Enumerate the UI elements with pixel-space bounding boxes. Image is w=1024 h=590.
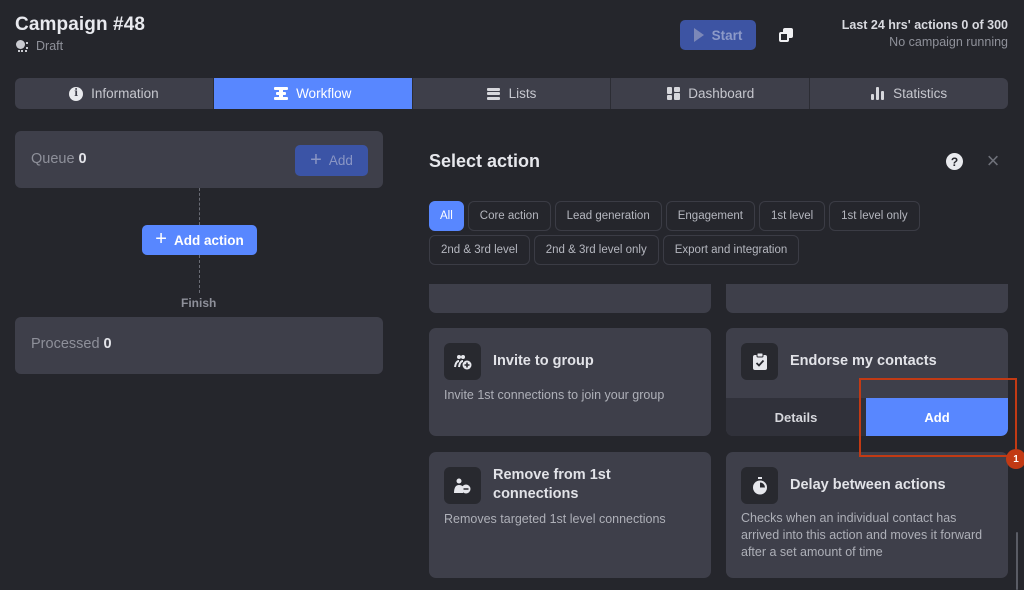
queue-label: Queue 0: [31, 151, 87, 167]
action-card-endorse-my-contacts[interactable]: Endorse my contacts Details Add: [726, 328, 1008, 436]
info-icon: i: [69, 86, 84, 101]
clipboard-check-icon: [741, 343, 778, 380]
card-title: Delay between actions: [790, 477, 946, 493]
add-action-button[interactable]: + Add action: [142, 225, 257, 255]
status-label: Draft: [36, 39, 64, 53]
draft-icon: [16, 39, 30, 53]
card-actions: Details Add: [726, 398, 1008, 436]
filter-engagement[interactable]: Engagement: [665, 201, 755, 231]
action-list[interactable]: Invite to group Invite 1st connections t…: [429, 284, 1009, 590]
panel-title: Select action: [429, 151, 541, 171]
invite-group-icon: [444, 343, 481, 380]
card-description: Removes targeted 1st level connections: [444, 512, 666, 526]
filter-core-action[interactable]: Core action: [467, 201, 551, 231]
start-label: Start: [711, 27, 743, 43]
filter-lead-generation[interactable]: Lead generation: [554, 201, 662, 231]
action-card-invite-to-group[interactable]: Invite to group Invite 1st connections t…: [429, 328, 711, 436]
connector-line: [199, 255, 200, 293]
dashboard-icon: [666, 87, 680, 101]
workflow-icon: [274, 87, 289, 101]
action-card-partial[interactable]: [726, 284, 1008, 313]
tab-workflow[interactable]: Workflow: [213, 78, 413, 109]
stopwatch-icon: [741, 467, 778, 504]
tab-statistics[interactable]: Statistics: [810, 78, 1008, 109]
main-tabs: i Information Workflow Lists Dashboard S…: [15, 78, 1008, 109]
quota-info: Last 24 hrs' actions 0 of 300 No campaig…: [842, 18, 1008, 49]
action-card-delay-between-actions[interactable]: Delay between actions Checks when an ind…: [726, 452, 1008, 578]
card-description: Checks when an individual contact has ar…: [741, 511, 983, 559]
filter-chips: All Core action Lead generation Engageme…: [429, 201, 949, 265]
annotation-badge: 1: [1006, 449, 1024, 469]
processed-label: Processed 0: [31, 336, 112, 352]
queue-add-button[interactable]: + Add: [295, 145, 368, 176]
scrollbar[interactable]: [1016, 532, 1018, 590]
help-icon[interactable]: ?: [946, 153, 963, 170]
filter-1st-level-only[interactable]: 1st level only: [829, 201, 920, 231]
card-title: Remove from 1st connections: [493, 467, 611, 502]
filter-2nd-3rd-level-only[interactable]: 2nd & 3rd level only: [533, 235, 659, 265]
add-button[interactable]: Add: [866, 398, 1008, 436]
connector-line: [199, 188, 200, 225]
filter-1st-level[interactable]: 1st level: [758, 201, 826, 231]
tab-information[interactable]: i Information: [15, 78, 214, 109]
tab-label: Statistics: [893, 86, 948, 101]
plus-icon: +: [155, 228, 167, 250]
action-card-partial[interactable]: [429, 284, 711, 313]
tab-label: Dashboard: [688, 86, 755, 101]
tab-label: Workflow: [296, 86, 352, 101]
card-description: Invite 1st connections to join your grou…: [444, 388, 665, 402]
duplicate-icon[interactable]: [779, 28, 793, 42]
remove-connection-icon: [444, 467, 481, 504]
running-status: No campaign running: [889, 35, 1008, 49]
plus-icon: +: [310, 148, 322, 171]
card-title: Invite to group: [493, 353, 594, 369]
tab-label: Information: [91, 86, 159, 101]
card-title: Endorse my contacts: [790, 353, 937, 369]
lists-icon: [487, 87, 501, 101]
queue-count: 0: [78, 151, 87, 167]
tab-lists[interactable]: Lists: [413, 78, 612, 109]
close-icon[interactable]: ×: [983, 150, 1003, 172]
action-card-remove-from-1st-connections[interactable]: Remove from 1st connections Removes targ…: [429, 452, 711, 578]
tab-dashboard[interactable]: Dashboard: [611, 78, 811, 109]
start-button[interactable]: Start: [680, 20, 756, 50]
filter-all[interactable]: All: [429, 201, 464, 231]
quota-line: Last 24 hrs' actions 0 of 300: [841, 18, 1008, 32]
campaign-title: Campaign #48: [15, 14, 146, 35]
statistics-icon: [871, 87, 885, 101]
details-button[interactable]: Details: [726, 398, 866, 436]
add-action-label: Add action: [173, 232, 244, 248]
finish-label: Finish: [181, 296, 217, 310]
processed-node: Processed 0: [15, 317, 383, 374]
campaign-status: Draft: [16, 39, 63, 53]
play-icon: [693, 28, 704, 42]
tab-label: Lists: [508, 86, 537, 101]
filter-export-integration[interactable]: Export and integration: [662, 235, 800, 265]
processed-count: 0: [103, 336, 112, 352]
queue-add-label: Add: [328, 153, 353, 168]
filter-2nd-3rd-level[interactable]: 2nd & 3rd level: [429, 235, 530, 265]
